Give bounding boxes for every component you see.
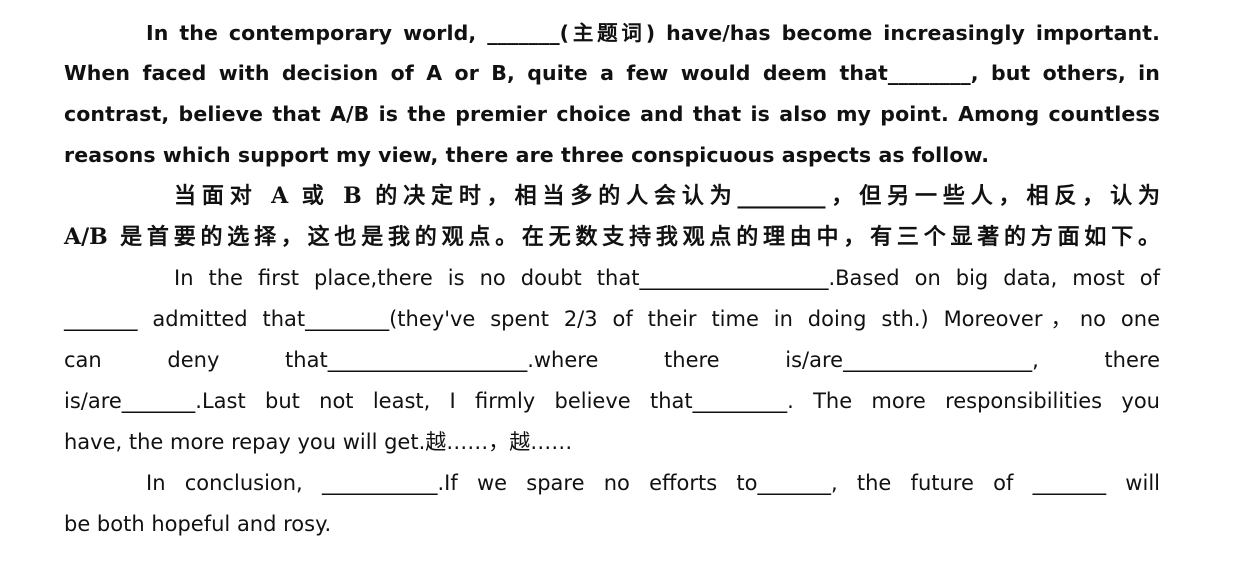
- document-page: In the contemporary world, _______(主题词) …: [0, 0, 1236, 572]
- paragraph3-line-1: In the first place,there is no doubt tha…: [174, 266, 1160, 290]
- paragraph2-line-2: A/B 是首要的选择，这也是我的观点。在无数支持我观点的理由中，有三个显著的方面…: [64, 224, 1160, 250]
- paragraph3-line-4: is/are_______.Last but not least, I firm…: [64, 389, 1160, 413]
- paragraph3-line-2: _______ admitted that________(they've sp…: [64, 307, 1160, 331]
- paragraph1-line-1: In the contemporary world, _______(主题词) …: [146, 21, 1160, 45]
- paragraph4-line-2: be both hopeful and rosy.: [64, 512, 332, 536]
- paragraph3-line-3: can deny that___________________.where t…: [64, 348, 1160, 372]
- paragraph2-line-1: 当面对 A 或 B 的决定时，相当多的人会认为________，但另一些人，相反…: [174, 183, 1160, 209]
- paragraph4-line-1: In conclusion, ___________.If we spare n…: [146, 471, 1160, 495]
- paragraph3-line-5: have, the more repay you will get.越……，越……: [64, 430, 573, 454]
- paragraph1-line-4: reasons which support my view, there are…: [64, 143, 990, 167]
- paragraph1-line-3: contrast, believe that A/B is the premie…: [64, 102, 1160, 126]
- paragraph1-line-2: When faced with decision of A or B, quit…: [64, 61, 1160, 85]
